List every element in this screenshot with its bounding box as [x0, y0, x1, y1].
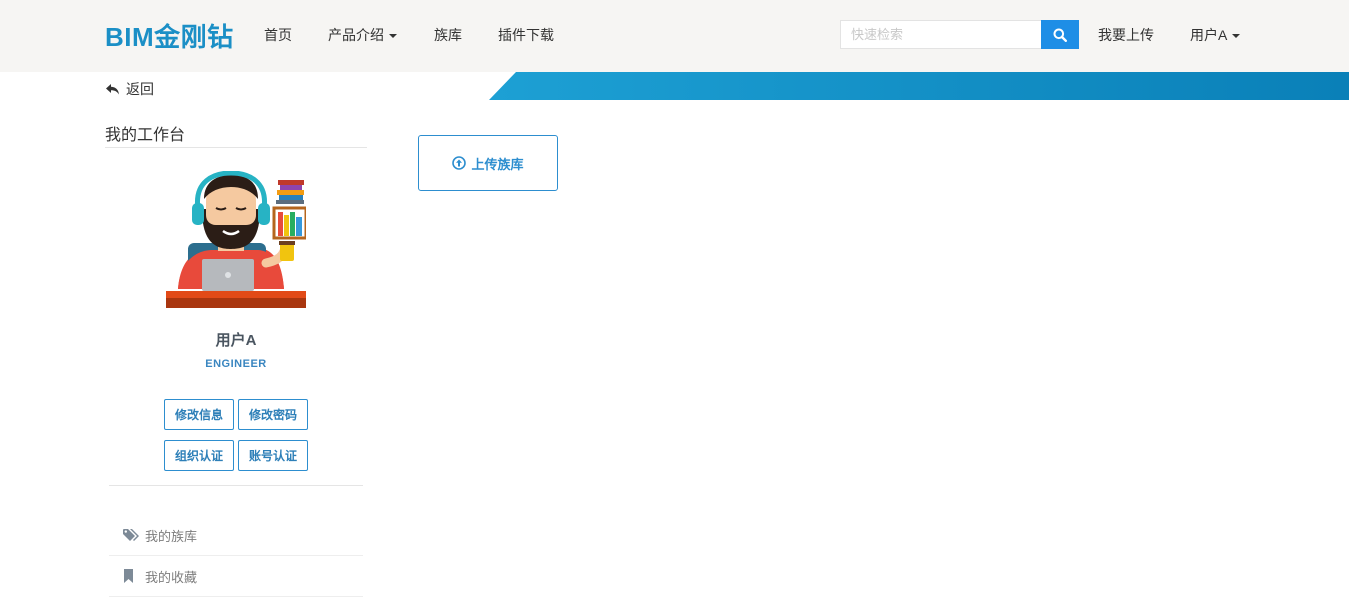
top-navbar: BIM金刚钻 首页 产品介绍 族库 插件下载 我要上传 用户A: [0, 0, 1349, 72]
brand-logo[interactable]: BIM金刚钻: [105, 17, 234, 54]
upload-family-label: 上传族库: [471, 156, 524, 172]
menu-item-label: 我的族库: [145, 528, 198, 544]
menu-item-my-favorites[interactable]: 我的收藏: [109, 556, 363, 597]
nav-products-label: 产品介绍: [328, 27, 384, 43]
header-ribbon: [489, 72, 1349, 100]
workspace-title: 我的工作台: [105, 127, 186, 144]
reply-arrow-icon: [106, 83, 119, 94]
tags-icon: [123, 528, 145, 542]
back-label: 返回: [126, 81, 154, 97]
search-button[interactable]: [1041, 20, 1079, 49]
user-name: 用户A: [215, 332, 257, 349]
divider: [105, 147, 367, 148]
user-avatar: [166, 171, 306, 308]
nav-products-dropdown[interactable]: 产品介绍: [328, 26, 397, 44]
back-link[interactable]: 返回: [105, 79, 154, 99]
account-verify-button[interactable]: 账号认证: [238, 440, 308, 471]
search-input[interactable]: [840, 20, 1042, 49]
caret-down-icon: [389, 34, 397, 39]
org-verify-button[interactable]: 组织认证: [164, 440, 234, 471]
menu-item-my-family[interactable]: 我的族库: [109, 515, 363, 556]
bookmark-icon: [123, 569, 145, 583]
nav-plugins[interactable]: 插件下载: [498, 26, 554, 44]
caret-down-icon: [1232, 34, 1241, 39]
nav-home[interactable]: 首页: [264, 26, 292, 44]
nav-family[interactable]: 族库: [434, 26, 462, 44]
user-menu-label: 用户A: [1190, 27, 1228, 43]
upload-link[interactable]: 我要上传: [1098, 26, 1154, 44]
upload-circle-icon: [452, 156, 467, 170]
divider: [109, 485, 363, 486]
upload-family-button[interactable]: 上传族库: [418, 135, 558, 191]
edit-info-button[interactable]: 修改信息: [164, 399, 234, 430]
change-password-button[interactable]: 修改密码: [238, 399, 308, 430]
user-role: ENGINEER: [205, 358, 267, 370]
user-menu-dropdown[interactable]: 用户A: [1190, 26, 1241, 44]
menu-item-label: 我的收藏: [145, 569, 198, 585]
search-icon: [1053, 28, 1067, 42]
